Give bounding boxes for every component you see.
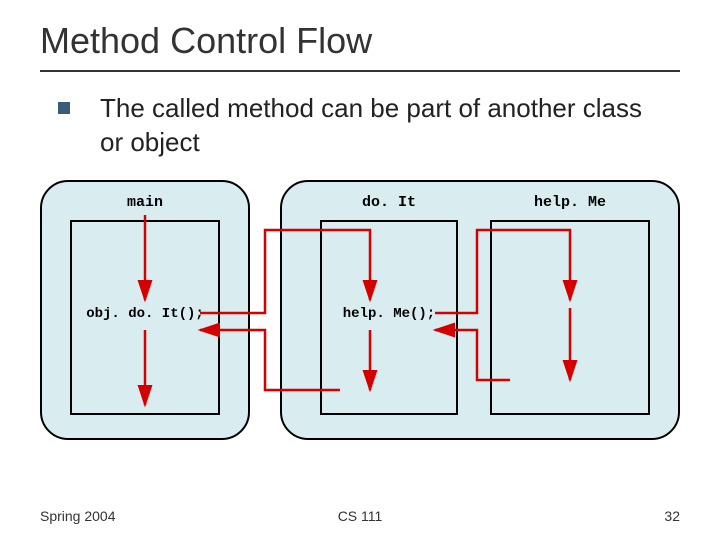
bullet-row: The called method can be part of another…: [0, 92, 720, 160]
bullet-text: The called method can be part of another…: [100, 93, 642, 157]
call-obj-doit: obj. do. It();: [70, 306, 220, 322]
flow-diagram: main do. It help. Me obj. do. It(); help…: [40, 180, 680, 460]
title-rule: [40, 70, 680, 72]
call-helpme: help. Me();: [320, 306, 458, 322]
footer-center: CS 111: [0, 508, 720, 524]
slide-number: 32: [664, 508, 680, 524]
label-main: main: [70, 194, 220, 211]
label-helpme: help. Me: [490, 194, 650, 211]
bullet-icon: [58, 102, 70, 114]
method-box-helpme: [490, 220, 650, 415]
slide-title: Method Control Flow: [0, 0, 720, 70]
label-doit: do. It: [320, 194, 458, 211]
